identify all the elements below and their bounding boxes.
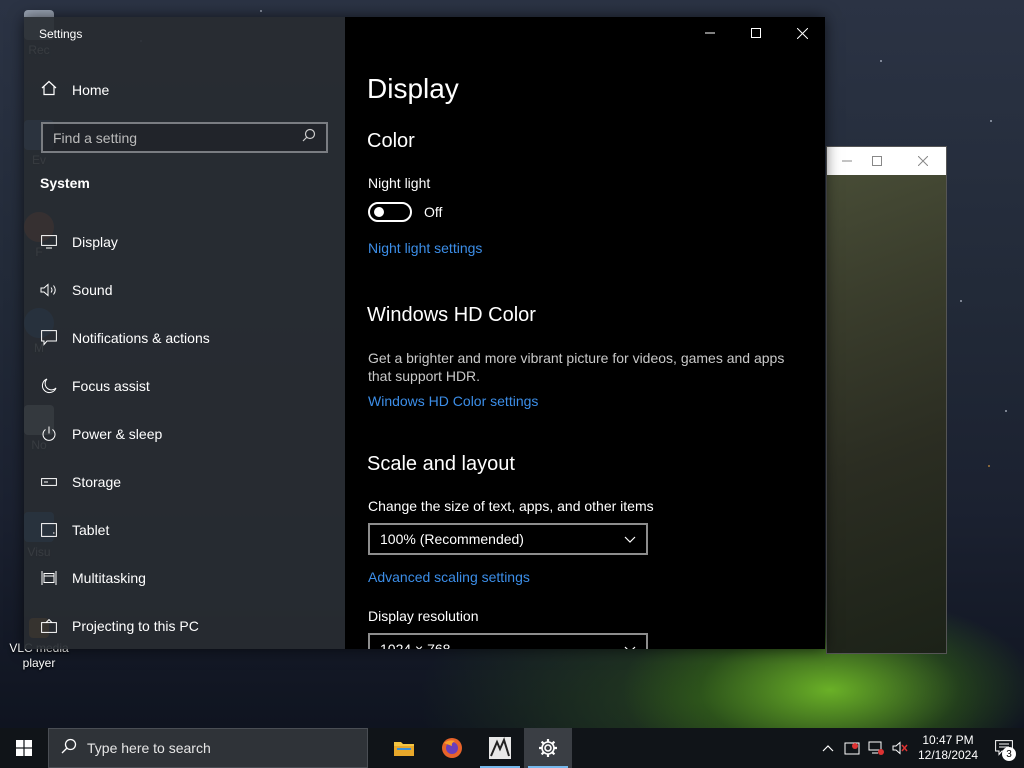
clock-date: 12/18/2024	[917, 748, 979, 762]
notification-count-badge: 3	[1002, 747, 1016, 761]
background-window[interactable]	[826, 146, 947, 654]
advanced-scaling-link[interactable]: Advanced scaling settings	[368, 569, 530, 585]
nav-item-label: Power & sleep	[72, 426, 163, 442]
night-light-settings-link[interactable]: Night light settings	[368, 240, 482, 256]
search-icon[interactable]	[302, 128, 316, 147]
app-window-icon	[489, 737, 511, 759]
action-center-button[interactable]: 3	[984, 728, 1024, 768]
settings-content: Display Color Night light Off Night ligh…	[345, 17, 825, 649]
nav-item-label: Projecting to this PC	[72, 618, 199, 634]
start-button[interactable]	[0, 728, 48, 768]
nav-item-display[interactable]: Display	[24, 218, 345, 266]
network-icon[interactable]	[864, 728, 888, 768]
home-nav-item[interactable]: Home	[41, 79, 109, 101]
maximize-icon[interactable]	[854, 147, 900, 175]
nav-item-tablet[interactable]: Tablet	[24, 506, 345, 554]
nav-item-power-sleep[interactable]: Power & sleep	[24, 410, 345, 458]
home-label: Home	[72, 82, 110, 98]
resolution-dropdown-value: 1024 × 768	[380, 641, 451, 649]
search-icon	[61, 738, 77, 759]
monitor-icon	[40, 233, 58, 251]
nav-item-multitasking[interactable]: Multitasking	[24, 554, 345, 602]
volume-muted-icon[interactable]	[888, 728, 912, 768]
nav-item-storage[interactable]: Storage	[24, 458, 345, 506]
nav-item-label: Focus assist	[72, 378, 150, 394]
resolution-dropdown[interactable]: 1024 × 768	[368, 633, 648, 649]
night-light-label: Night light	[368, 175, 431, 191]
nav-item-label: Storage	[72, 474, 122, 490]
resolution-label: Display resolution	[368, 608, 479, 624]
scale-label: Change the size of text, apps, and other…	[368, 498, 654, 514]
background-window-titlebar[interactable]	[827, 147, 946, 175]
system-tray: 10:47 PM 12/18/2024 3	[816, 728, 1024, 768]
moon-icon	[40, 377, 58, 395]
section-heading: System	[40, 175, 90, 191]
close-icon[interactable]	[900, 147, 946, 175]
speaker-icon	[40, 281, 58, 299]
hdr-heading: Windows HD Color	[367, 304, 536, 326]
close-button[interactable]	[779, 17, 825, 49]
storage-icon	[40, 473, 58, 491]
scale-heading: Scale and layout	[367, 453, 515, 475]
security-icon[interactable]	[840, 728, 864, 768]
taskbar-app-window[interactable]	[476, 728, 524, 768]
nav-item-sound[interactable]: Sound	[24, 266, 345, 314]
nav-item-notifications[interactable]: Notifications & actions	[24, 314, 345, 362]
nav-item-label: Tablet	[72, 522, 110, 538]
message-icon	[40, 329, 58, 347]
page-title: Display	[367, 73, 459, 104]
tablet-icon	[40, 521, 58, 539]
multitasking-icon	[40, 569, 58, 587]
chevron-down-icon	[624, 531, 636, 547]
nav-item-label: Display	[72, 234, 118, 250]
hdr-description: Get a brighter and more vibrant picture …	[368, 350, 785, 384]
windows-logo-icon	[16, 740, 32, 756]
taskbar-search-input[interactable]	[87, 740, 347, 756]
night-light-state: Off	[424, 204, 443, 220]
nav-item-label: Notifications & actions	[72, 330, 210, 346]
taskbar-firefox[interactable]	[428, 728, 476, 768]
find-setting-box[interactable]	[41, 122, 328, 153]
scale-dropdown[interactable]: 100% (Recommended)	[368, 523, 648, 555]
window-controls	[687, 17, 825, 49]
window-title: Settings	[39, 27, 83, 41]
clock[interactable]: 10:47 PM 12/18/2024	[912, 733, 984, 763]
minimize-button[interactable]	[687, 17, 733, 49]
power-icon	[40, 425, 58, 443]
nav-item-projecting[interactable]: Projecting to this PC	[24, 602, 345, 650]
chevron-down-icon	[624, 641, 636, 649]
projector-icon	[40, 617, 58, 635]
color-heading: Color	[367, 130, 415, 152]
chevron-up-icon[interactable]	[816, 728, 840, 768]
gear-icon	[539, 739, 557, 757]
hd-color-settings-link[interactable]: Windows HD Color settings	[368, 393, 538, 409]
minimize-icon[interactable]	[840, 147, 854, 175]
settings-nav: Display Sound Notifications & actions Fo…	[24, 218, 345, 650]
toggle-knob	[374, 207, 384, 217]
find-setting-input[interactable]	[53, 129, 293, 146]
clock-time: 10:47 PM	[922, 733, 974, 747]
taskbar-settings[interactable]	[524, 728, 572, 768]
home-icon	[41, 80, 57, 101]
settings-window: Settings Home System Display	[24, 17, 825, 649]
scale-dropdown-value: 100% (Recommended)	[380, 531, 524, 547]
folder-icon	[394, 742, 414, 756]
nav-item-label: Sound	[72, 282, 113, 298]
nav-item-label: Multitasking	[72, 570, 146, 586]
firefox-icon	[442, 738, 462, 758]
taskbar-search-box[interactable]	[48, 728, 368, 768]
maximize-button[interactable]	[733, 17, 779, 49]
settings-sidebar: Settings Home System Display	[24, 17, 345, 649]
night-light-toggle[interactable]	[368, 202, 412, 222]
nav-item-focus-assist[interactable]: Focus assist	[24, 362, 345, 410]
taskbar-file-explorer[interactable]	[380, 728, 428, 768]
taskbar: 10:47 PM 12/18/2024 3	[0, 728, 1024, 768]
